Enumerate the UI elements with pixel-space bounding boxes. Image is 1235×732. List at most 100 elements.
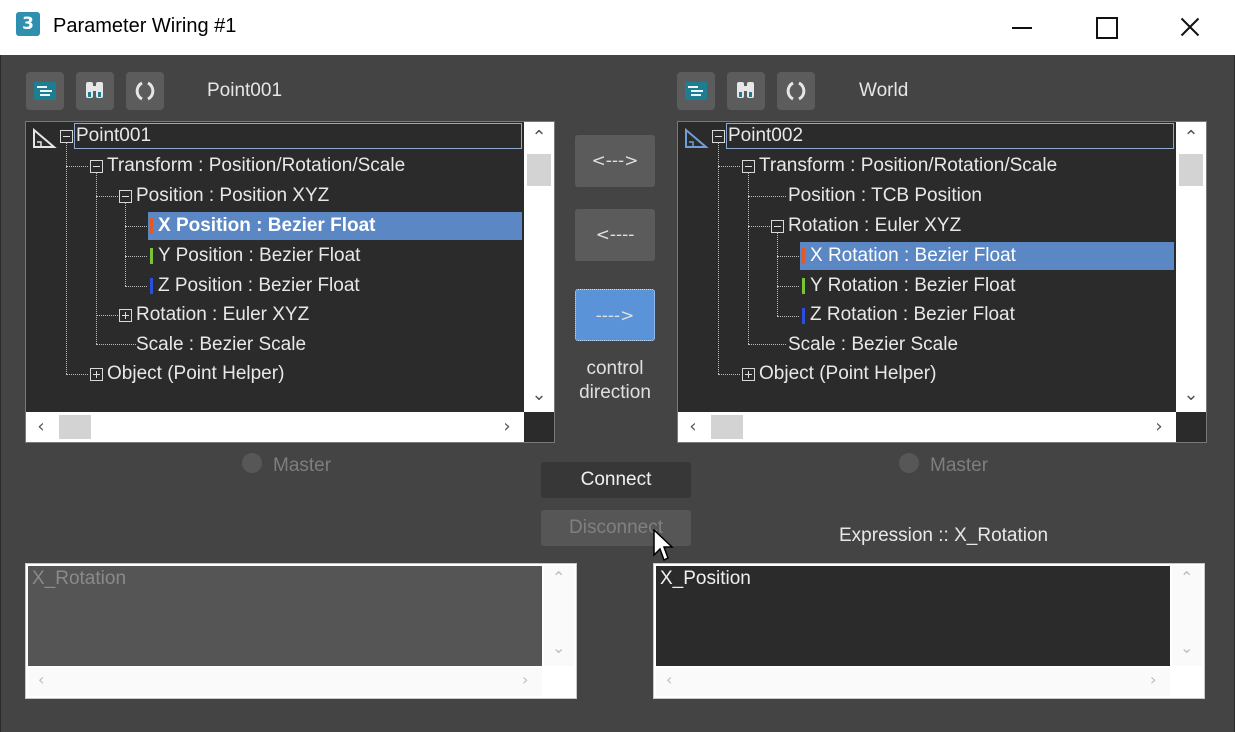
horizontal-scrollbar[interactable]: ‹ › <box>678 412 1176 442</box>
left-find-button[interactable] <box>76 72 114 110</box>
scroll-thumb[interactable] <box>711 415 743 439</box>
tree-item[interactable]: Position : TCB Position <box>788 182 982 210</box>
tree-connector <box>125 286 147 287</box>
left-master-radio[interactable] <box>242 453 262 473</box>
tree-connector <box>96 196 118 197</box>
scroll-left-icon[interactable]: ‹ <box>30 416 52 438</box>
tree-connector <box>96 344 136 345</box>
vertical-scrollbar[interactable]: ⌃ ⌄ <box>524 122 554 412</box>
find-icon <box>737 82 754 98</box>
scroll-thumb[interactable] <box>59 415 91 439</box>
right-track-view-button[interactable] <box>677 72 715 110</box>
tree-connector <box>777 232 778 316</box>
scroll-up-icon[interactable]: ⌃ <box>552 568 565 587</box>
scroll-left-icon[interactable]: ‹ <box>38 670 44 689</box>
collapse-toggle[interactable] <box>90 160 103 173</box>
tree-item[interactable]: Scale : Bezier Scale <box>136 331 306 359</box>
scroll-up-icon[interactable]: ⌃ <box>1180 127 1202 149</box>
tree-connector <box>777 256 799 257</box>
find-icon <box>86 82 103 98</box>
expand-toggle[interactable] <box>742 368 755 381</box>
collapse-toggle[interactable] <box>60 130 73 143</box>
title-bar: 3 Parameter Wiring #1 <box>0 0 1235 55</box>
collapse-toggle[interactable] <box>119 190 132 203</box>
tree-item[interactable]: Y Position : Bezier Float <box>158 242 360 270</box>
right-expression-box[interactable]: X_Position ⌃ ⌄ ‹ › <box>653 563 1205 699</box>
tree-root-item[interactable]: Point002 <box>728 122 803 150</box>
x-axis-marker <box>802 248 805 264</box>
left-tree-view[interactable]: Point001 Transform : Position/Rotation/S… <box>25 121 555 443</box>
tree-item-selected[interactable]: X Rotation : Bezier Float <box>800 242 1174 270</box>
tree-root-item[interactable]: Point001 <box>76 122 151 150</box>
scroll-down-icon[interactable]: ⌄ <box>528 384 550 406</box>
collapse-toggle[interactable] <box>742 160 755 173</box>
left-track-view-button[interactable] <box>26 72 64 110</box>
tree-item[interactable]: Object (Point Helper) <box>759 360 936 388</box>
left-expression-box[interactable]: X_Rotation ⌃ ⌄ ‹ › <box>25 563 577 699</box>
tree-item[interactable]: Z Rotation : Bezier Float <box>810 301 1015 329</box>
tree-item[interactable]: Y Rotation : Bezier Float <box>810 272 1016 300</box>
tree-item[interactable]: Rotation : Euler XYZ <box>788 212 961 240</box>
tree-connector <box>748 196 786 197</box>
tree-connector <box>718 374 740 375</box>
scroll-thumb[interactable] <box>1179 154 1203 186</box>
expand-toggle[interactable] <box>90 368 103 381</box>
right-header-label: World <box>859 80 909 101</box>
scroll-down-icon[interactable]: ⌄ <box>1180 638 1193 657</box>
track-view-icon <box>34 82 56 100</box>
scroll-left-icon[interactable]: ‹ <box>682 416 704 438</box>
tree-connector <box>718 166 740 167</box>
scroll-up-icon[interactable]: ⌃ <box>528 127 550 149</box>
collapse-toggle[interactable] <box>771 220 784 233</box>
close-button[interactable] <box>1170 8 1210 46</box>
track-view-icon <box>685 82 707 100</box>
tree-item[interactable]: Object (Point Helper) <box>107 360 284 388</box>
scroll-right-icon[interactable]: › <box>496 416 518 438</box>
scroll-right-icon[interactable]: › <box>1150 670 1156 689</box>
connect-button[interactable]: Connect <box>541 462 691 498</box>
left-refresh-button[interactable] <box>126 72 164 110</box>
horizontal-scrollbar[interactable]: ‹ › <box>656 668 1170 696</box>
tree-item[interactable]: Z Position : Bezier Float <box>158 272 360 300</box>
z-axis-marker <box>150 278 153 294</box>
maximize-button[interactable] <box>1085 8 1125 46</box>
tree-item-selected[interactable]: X Position : Bezier Float <box>148 212 522 240</box>
right-direction-button[interactable]: ----> <box>575 289 655 341</box>
helper-object-icon <box>33 127 57 148</box>
right-master-radio[interactable] <box>899 453 919 473</box>
two-way-button[interactable]: <---> <box>575 135 655 187</box>
horizontal-scrollbar[interactable]: ‹ › <box>26 412 524 442</box>
right-expression-text[interactable]: X_Position <box>656 566 1170 666</box>
tree-connector <box>748 344 786 345</box>
dialog-body: Point001 World Point001 Transform: Posi… <box>0 55 1235 732</box>
left-expression-text[interactable]: X_Rotation <box>28 566 542 666</box>
scroll-down-icon[interactable]: ⌄ <box>552 638 565 657</box>
vertical-scrollbar[interactable]: ⌃ ⌄ <box>544 566 574 666</box>
scroll-thumb[interactable] <box>527 154 551 186</box>
tree-item[interactable]: Position : Position XYZ <box>136 182 329 210</box>
right-tree-view[interactable]: Point002 Transform : Position/Rotation/S… <box>677 121 1207 443</box>
expand-toggle[interactable] <box>119 309 132 322</box>
collapse-toggle[interactable] <box>712 130 725 143</box>
vertical-scrollbar[interactable]: ⌃ ⌄ <box>1176 122 1206 412</box>
scroll-down-icon[interactable]: ⌄ <box>1180 384 1202 406</box>
scroll-right-icon[interactable]: › <box>1148 416 1170 438</box>
tree-connector <box>718 142 719 374</box>
scroll-right-icon[interactable]: › <box>522 670 528 689</box>
tree-connector <box>125 226 147 227</box>
tree-item[interactable]: Transform : Position/Rotation/Scale <box>759 152 1057 180</box>
right-refresh-button[interactable] <box>777 72 815 110</box>
scroll-up-icon[interactable]: ⌃ <box>1180 568 1193 587</box>
minimize-button[interactable] <box>1003 8 1043 46</box>
vertical-scrollbar[interactable]: ⌃ ⌄ <box>1172 566 1202 666</box>
control-direction-line2: direction <box>579 382 651 403</box>
tree-item[interactable]: Transform : Position/Rotation/Scale <box>107 152 405 180</box>
left-direction-button[interactable]: <---- <box>575 209 655 261</box>
tree-item[interactable]: Scale : Bezier Scale <box>788 331 958 359</box>
horizontal-scrollbar[interactable]: ‹ › <box>28 668 542 696</box>
scroll-left-icon[interactable]: ‹ <box>666 670 672 689</box>
right-find-button[interactable] <box>727 72 765 110</box>
left-master-label: Master <box>273 455 332 476</box>
y-axis-marker <box>802 278 805 294</box>
tree-item[interactable]: Rotation : Euler XYZ <box>136 301 309 329</box>
